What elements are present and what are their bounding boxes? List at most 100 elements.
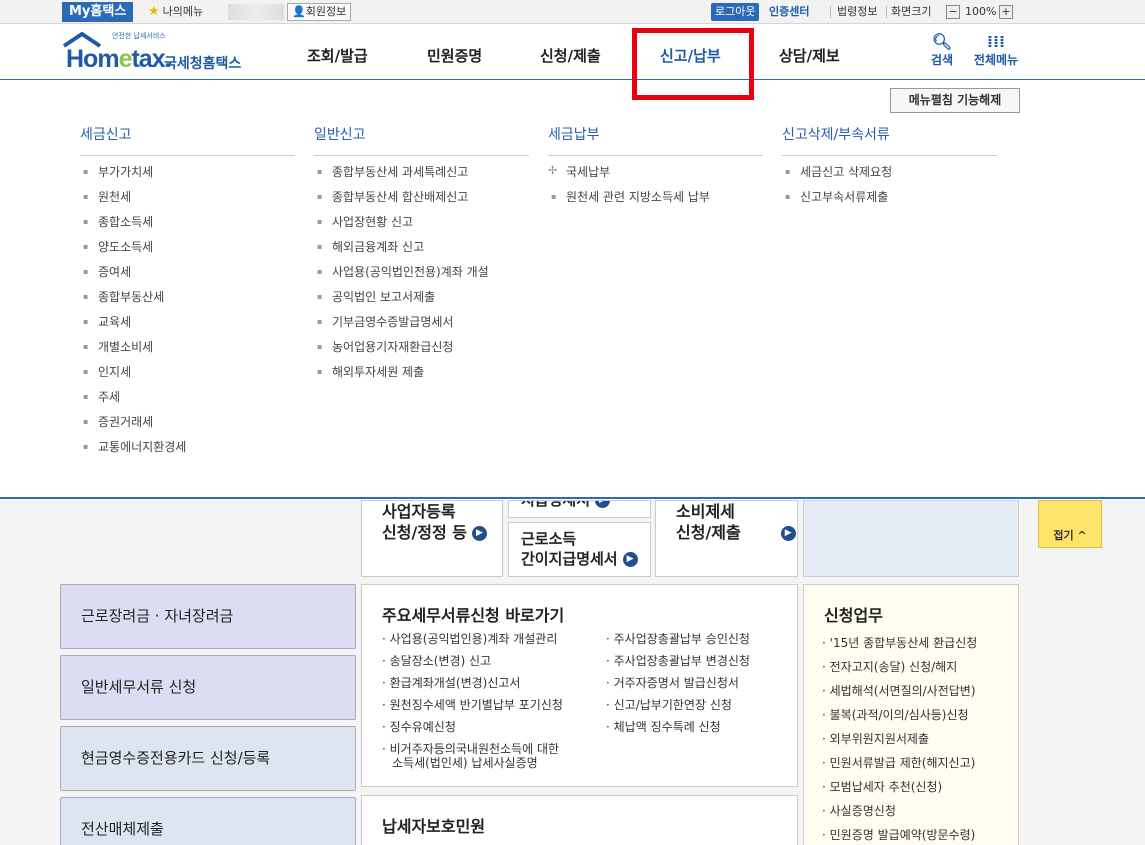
- doc-link[interactable]: · 신고/납부기한연장 신청: [606, 698, 732, 712]
- arrow-right-icon: ▶: [622, 552, 638, 567]
- nav-apply-submit[interactable]: 신청/제출: [540, 45, 601, 66]
- arrow-right-icon: ▶: [595, 501, 611, 508]
- electronic-media-link[interactable]: 전산매체제출: [60, 797, 356, 845]
- earned-income-label-2: 간이지급명세서: [521, 550, 618, 568]
- doc-link[interactable]: · 원천징수세액 반기별납부 포기신청: [382, 698, 563, 712]
- search-button[interactable]: 🔍︎ 검색: [917, 33, 967, 68]
- menu-column-tax-payment: 세금납부 국세납부 원천세 관련 지방소득세 납부: [548, 124, 763, 215]
- menu-item[interactable]: 공익법인 보고서제출: [314, 290, 529, 315]
- menu-item[interactable]: 종합소득세: [80, 215, 295, 240]
- excise-label-2: 신청/제출: [676, 523, 741, 542]
- doc-link[interactable]: · 거주자증명서 발급신청서: [606, 676, 739, 690]
- earned-income-card[interactable]: 근로소득 간이지급명세서 ▶: [508, 522, 651, 577]
- menu-item[interactable]: 교통에너지환경세: [80, 440, 295, 465]
- menu-item[interactable]: 양도소득세: [80, 240, 295, 265]
- apply-link[interactable]: · 불복(과적/이의/심사등)신청: [822, 708, 969, 722]
- logout-button[interactable]: 로그아웃: [711, 3, 760, 21]
- biz-register-card[interactable]: 사업자등록 신청/정정 등 ▶: [361, 500, 503, 577]
- nav-consult-report[interactable]: 상담/제보: [779, 45, 840, 66]
- my-menu-link[interactable]: ★ 나의메뉴: [148, 3, 203, 21]
- menu-item-expandable[interactable]: 국세납부: [548, 164, 763, 190]
- nav-civil-cert[interactable]: 민원증명: [427, 45, 482, 66]
- star-icon: ★: [148, 4, 160, 19]
- apply-link[interactable]: · 전자고지(송달) 신청/해지: [822, 660, 957, 674]
- menu-item[interactable]: 원천세: [80, 190, 295, 215]
- payment-statement-card[interactable]: 지급명세서 ▶: [508, 500, 651, 518]
- doc-link[interactable]: · 환급계좌개설(변경)신고서: [382, 676, 520, 690]
- menu-item[interactable]: 증권거래세: [80, 415, 295, 440]
- cert-center-link[interactable]: 인증센터: [769, 3, 809, 21]
- menu-item[interactable]: 종합부동산세 합산배제신고: [314, 190, 529, 215]
- doc-link[interactable]: · 비거주자등의국내원천소득에 대한: [382, 742, 559, 756]
- menu-item[interactable]: 교육세: [80, 315, 295, 340]
- member-info-button[interactable]: 👤회원정보: [287, 3, 352, 21]
- general-doc-link[interactable]: 일반세무서류 신청: [60, 655, 356, 720]
- doc-link[interactable]: · 주사업장총괄납부 승인신청: [606, 632, 750, 646]
- member-info-label: 회원정보: [305, 5, 347, 18]
- excise-tax-card[interactable]: 소비제세 신청/제출 ▶: [655, 500, 798, 577]
- doc-link[interactable]: · 사업용(공익법인용)계좌 개설관리: [382, 632, 557, 646]
- divider: [886, 6, 887, 18]
- menu-item[interactable]: 주세: [80, 390, 295, 415]
- main-docs-title: 주요세무서류신청 바로가기: [382, 606, 565, 625]
- all-menu-button[interactable]: ⁞⁞⁞ 전체메뉴: [971, 33, 1021, 68]
- doc-link[interactable]: · 체납액 징수특례 신청: [606, 720, 721, 734]
- menu-item[interactable]: 해외투자세원 제출: [314, 365, 529, 390]
- apply-link[interactable]: · '15년 종합부동산세 환급신청: [822, 636, 977, 650]
- column-title: 세금신고: [80, 124, 295, 156]
- menu-item[interactable]: 사업용(공익법인전용)계좌 개설: [314, 265, 529, 290]
- column-title: 세금납부: [548, 124, 763, 156]
- menu-item[interactable]: 농어업용기자재환급신청: [314, 340, 529, 365]
- menu-item[interactable]: 원천세 관련 지방소득세 납부: [548, 190, 763, 215]
- logo-korean: 국세청홈택스: [164, 56, 242, 72]
- mega-menu-dropdown: 메뉴펼침 기능해제 세금신고 부가가치세 원천세 종합소득세 양도소득세 증여세…: [0, 81, 1145, 499]
- cash-receipt-card-link[interactable]: 현금영수증전용카드 신청/등록: [60, 726, 356, 791]
- menu-item[interactable]: 해외금융계좌 신고: [314, 240, 529, 265]
- taxpayer-protection-panel: 납세자보호민원: [361, 795, 798, 845]
- apply-link[interactable]: · 외부위원지원서제출: [822, 732, 929, 746]
- menu-item[interactable]: 신고부속서류제출: [782, 190, 997, 215]
- menu-column-delete-attach: 신고삭제/부속서류 세금신고 삭제요청 신고부속서류제출: [782, 124, 997, 215]
- doc-link[interactable]: · 주사업장총괄납부 변경신청: [606, 654, 750, 668]
- my-hometax-button[interactable]: My홈택스: [62, 2, 134, 22]
- menu-item[interactable]: 세금신고 삭제요청: [782, 165, 997, 190]
- menu-item[interactable]: 종합부동산세: [80, 290, 295, 315]
- menu-item[interactable]: 인지세: [80, 365, 295, 390]
- person-icon: 👤: [292, 5, 306, 18]
- menu-fold-toggle-button[interactable]: 메뉴펼침 기능해제: [890, 88, 1020, 113]
- arrow-right-icon: ▶: [472, 526, 488, 541]
- biz-register-label-2: 신청/정정 등: [382, 523, 468, 542]
- law-info-link[interactable]: 법령정보: [837, 3, 877, 21]
- earned-income-label-1: 근로소득: [521, 530, 577, 548]
- apply-link[interactable]: · 민원서류발급 제한(해지신고): [822, 756, 975, 770]
- apply-link[interactable]: · 세법해석(서면질의/사전답변): [822, 684, 976, 698]
- menu-column-general-report: 일반신고 종합부동산세 과세특례신고 종합부동산세 합산배제신고 사업장현황 신…: [314, 124, 529, 390]
- fold-button[interactable]: 접기 ^: [1038, 500, 1102, 548]
- zoom-value: 100%: [965, 5, 997, 18]
- main-docs-panel: 주요세무서류신청 바로가기 · 사업용(공익법인용)계좌 개설관리 · 송달장소…: [361, 584, 798, 787]
- search-label: 검색: [930, 53, 954, 67]
- incentive-link[interactable]: 근로장려금 · 자녀장려금: [60, 584, 356, 649]
- zoom-in-button[interactable]: +: [999, 5, 1013, 19]
- menu-item[interactable]: 종합부동산세 과세특례신고: [314, 165, 529, 190]
- apply-link[interactable]: · 모범납세자 추천(신청): [822, 780, 942, 794]
- top-utility-bar: My홈택스 ★ 나의메뉴 👤회원정보 로그아웃 인증센터 법령정보 화면크기 − …: [0, 0, 1145, 24]
- column-title: 신고삭제/부속서류: [782, 124, 997, 156]
- logo-brand: Hometax.: [66, 45, 172, 73]
- menu-item[interactable]: 사업장현황 신고: [314, 215, 529, 240]
- menu-item[interactable]: 기부금영수증발급명세서: [314, 315, 529, 340]
- active-nav-highlight-box: [632, 28, 754, 100]
- menu-item[interactable]: 증여세: [80, 265, 295, 290]
- apply-tasks-title: 신청업무: [824, 606, 883, 625]
- menu-item[interactable]: 개별소비세: [80, 340, 295, 365]
- apply-link[interactable]: · 민원증명 발급예약(방문수령): [822, 828, 975, 842]
- zoom-out-button[interactable]: −: [946, 5, 960, 19]
- nav-inquiry-issue[interactable]: 조회/발급: [307, 45, 368, 66]
- doc-link[interactable]: · 징수유예신청: [382, 720, 456, 734]
- doc-link[interactable]: · 송달장소(변경) 신고: [382, 654, 491, 668]
- hometax-logo[interactable]: 안전한 납세서비스 Hometax. 국세청홈택스: [60, 30, 245, 76]
- menu-item[interactable]: 부가가치세: [80, 165, 295, 190]
- payment-statement-label: 지급명세서: [521, 500, 591, 509]
- doc-link-continued[interactable]: 소득세(법인세) 납세사실증명: [392, 756, 538, 770]
- apply-link[interactable]: · 사실증명신청: [822, 804, 896, 818]
